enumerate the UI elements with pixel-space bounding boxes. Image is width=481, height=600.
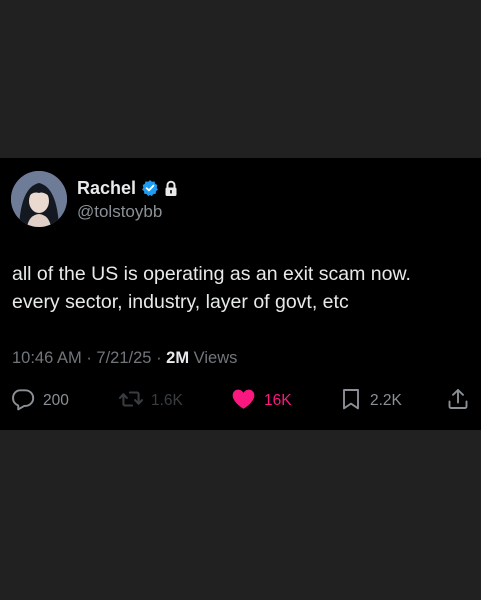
avatar[interactable] (11, 171, 67, 227)
tweet-card[interactable]: Rachel @tolstoybb all of the US is opera… (0, 158, 481, 430)
name-row: Rachel (77, 176, 179, 200)
tweet-text: all of the US is operating as an exit sc… (12, 260, 472, 316)
action-bar: 200 1.6K 16K 2.2K (10, 387, 472, 415)
repost-count: 1.6K (151, 392, 183, 409)
reply-button[interactable]: 200 (10, 387, 69, 415)
tweet-time[interactable]: 10:46 AM (12, 349, 82, 367)
author-names: Rachel @tolstoybb (77, 176, 179, 222)
heart-icon (230, 386, 257, 417)
lock-icon (163, 180, 179, 197)
tweet-text-line: all of the US is operating as an exit sc… (12, 263, 411, 285)
author-handle[interactable]: @tolstoybb (77, 202, 179, 222)
meta-separator: · (86, 349, 92, 367)
repost-button[interactable]: 1.6K (118, 387, 183, 415)
tweet-meta: 10:46 AM · 7/21/25 · 2M Views (12, 349, 237, 368)
share-icon (446, 386, 470, 417)
views-count: 2M (166, 349, 190, 367)
share-button[interactable] (446, 387, 470, 415)
reply-icon (10, 386, 36, 417)
repost-icon (118, 386, 144, 417)
reply-count: 200 (43, 392, 69, 409)
author-display-name[interactable]: Rachel (77, 178, 136, 199)
bookmark-button[interactable]: 2.2K (339, 387, 402, 415)
like-count: 16K (264, 392, 292, 409)
bookmark-count: 2.2K (370, 392, 402, 409)
tweet-header: Rachel @tolstoybb (11, 171, 179, 227)
verified-icon (141, 179, 159, 197)
like-button[interactable]: 16K (230, 387, 292, 415)
tweet-date[interactable]: 7/21/25 (96, 349, 151, 367)
views-label: Views (193, 349, 238, 367)
bookmark-icon (339, 386, 363, 417)
tweet-text-line: every sector, industry, layer of govt, e… (12, 291, 349, 313)
meta-separator: · (156, 349, 162, 367)
